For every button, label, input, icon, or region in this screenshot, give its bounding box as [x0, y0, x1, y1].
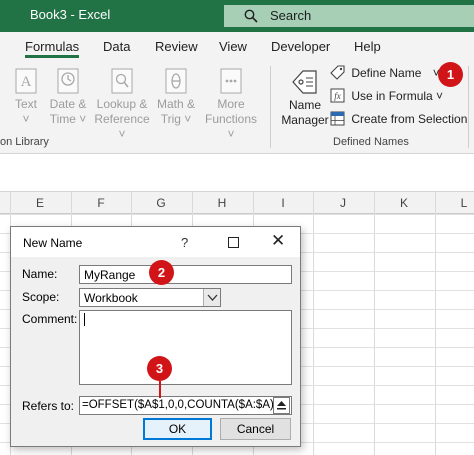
collapse-arrow-icon: [277, 401, 286, 410]
close-icon[interactable]: ✕: [271, 231, 285, 251]
column-header-e[interactable]: E: [30, 196, 50, 210]
active-tab-indicator: [25, 55, 79, 58]
grid-line: [0, 214, 474, 215]
ok-button[interactable]: OK: [143, 418, 212, 440]
grid-line: [435, 192, 436, 455]
create-from-selection-icon: [330, 111, 345, 126]
math-trig-label1: Math &: [156, 97, 195, 111]
name-label: Name:: [22, 267, 58, 281]
name-field[interactable]: MyRange: [79, 265, 292, 284]
search-placeholder: Search: [270, 8, 312, 23]
text-cursor: [84, 313, 85, 326]
name-manager-label2: Manager: [281, 113, 329, 127]
tab-view[interactable]: View: [219, 39, 247, 54]
tab-help[interactable]: Help: [354, 39, 381, 54]
title-bar: Book3 - Excel Search: [0, 0, 474, 32]
lookup-reference-label2: Reference ˅: [94, 112, 150, 141]
tab-review[interactable]: Review: [155, 39, 198, 54]
name-manager-label1: Name: [288, 98, 321, 112]
comment-label: Comment:: [22, 312, 78, 326]
tab-developer[interactable]: Developer: [271, 39, 330, 54]
define-name-button[interactable]: Define Name ˅: [330, 65, 440, 85]
maximize-icon[interactable]: [228, 237, 239, 248]
ribbon-group-separator-right: [468, 66, 469, 148]
text-icon: A: [15, 68, 37, 94]
formula-bar-area: [0, 154, 474, 192]
badge-3-pointer: [159, 381, 161, 398]
defined-names-group-label: Defined Names: [333, 136, 409, 148]
lookup-icon: [111, 68, 133, 94]
more-functions-button[interactable]: More Functions ˅: [200, 68, 262, 142]
dialog-title-bar[interactable]: New Name ? ✕: [11, 227, 300, 257]
lookup-reference-label1: Lookup &: [96, 97, 148, 111]
collapse-dialog-button[interactable]: [273, 397, 290, 414]
tab-formulas[interactable]: Formulas: [25, 39, 79, 54]
dialog-title: New Name: [23, 236, 83, 250]
svg-text:A: A: [21, 74, 32, 90]
refers-to-field[interactable]: =OFFSET($A$1,0,0,COUNTA($A:$A),1): [79, 396, 292, 415]
name-tag-icon: [292, 70, 317, 94]
date-time-label2: Time ˅: [49, 112, 87, 126]
more-functions-label1: More: [217, 97, 245, 111]
define-name-label: Define Name: [351, 66, 422, 80]
column-header-f[interactable]: F: [91, 196, 111, 210]
text-functions-label: Text: [14, 97, 37, 111]
math-icon: [165, 68, 187, 94]
column-header-k[interactable]: K: [394, 196, 414, 210]
math-trig-functions-button[interactable]: Math & Trig ˅: [155, 68, 197, 127]
column-header-j[interactable]: J: [333, 196, 353, 210]
refers-to-value: =OFFSET($A$1,0,0,COUNTA($A:$A),1): [82, 399, 288, 411]
search-box[interactable]: Search: [224, 5, 474, 27]
step-badge-2: 2: [149, 260, 174, 285]
scope-select[interactable]: Workbook: [79, 288, 221, 307]
column-header-h[interactable]: H: [212, 196, 232, 210]
fx-icon: fx: [330, 88, 345, 103]
date-time-label1: Date &: [49, 97, 87, 111]
scope-selected-value: Workbook: [84, 291, 138, 305]
ribbon: A Text ˅ Date & Time ˅ Lookup & Referenc…: [0, 60, 474, 154]
more-functions-label2: Functions ˅: [204, 112, 258, 141]
scope-label: Scope:: [22, 290, 60, 304]
create-from-selection-label: Create from Selection: [351, 112, 468, 126]
name-manager-button[interactable]: Name Manager: [280, 68, 330, 128]
column-header-l[interactable]: L: [454, 196, 474, 210]
use-in-formula-label: Use in Formula ˅: [351, 89, 444, 103]
use-in-formula-button[interactable]: fx Use in Formula ˅: [330, 88, 443, 108]
function-library-group-label: on Library: [0, 136, 49, 148]
step-badge-1: 1: [438, 62, 463, 87]
ribbon-group-separator: [270, 66, 271, 148]
new-name-dialog: New Name ? ✕ Name: MyRange Scope: Workbo…: [10, 226, 301, 447]
column-header-i[interactable]: I: [273, 196, 293, 210]
grid-line: [374, 192, 375, 455]
help-button[interactable]: ?: [181, 235, 188, 250]
text-functions-chevron: ˅: [22, 112, 30, 126]
chevron-down-icon: [207, 294, 218, 301]
window-title: Book3 - Excel: [30, 7, 111, 22]
lookup-reference-functions-button[interactable]: Lookup & Reference ˅: [92, 68, 152, 142]
text-functions-button[interactable]: A Text ˅: [10, 68, 42, 127]
cancel-button[interactable]: Cancel: [220, 418, 291, 440]
step-badge-3: 3: [147, 356, 172, 381]
column-header-g[interactable]: G: [151, 196, 171, 210]
tag-icon: [330, 65, 345, 80]
scope-dropdown-arrow[interactable]: [203, 289, 220, 306]
grid-line: [313, 192, 314, 455]
clock-icon: [57, 68, 79, 94]
create-from-selection-button[interactable]: Create from Selection: [330, 111, 467, 131]
math-trig-label2: Trig ˅: [160, 112, 192, 126]
date-time-functions-button[interactable]: Date & Time ˅: [47, 68, 89, 127]
refers-to-label: Refers to:: [22, 399, 75, 413]
more-functions-icon: [220, 68, 242, 94]
svg-text:fx: fx: [334, 91, 341, 101]
search-icon: [244, 9, 258, 23]
tab-data[interactable]: Data: [103, 39, 130, 54]
comment-field[interactable]: [79, 310, 292, 385]
